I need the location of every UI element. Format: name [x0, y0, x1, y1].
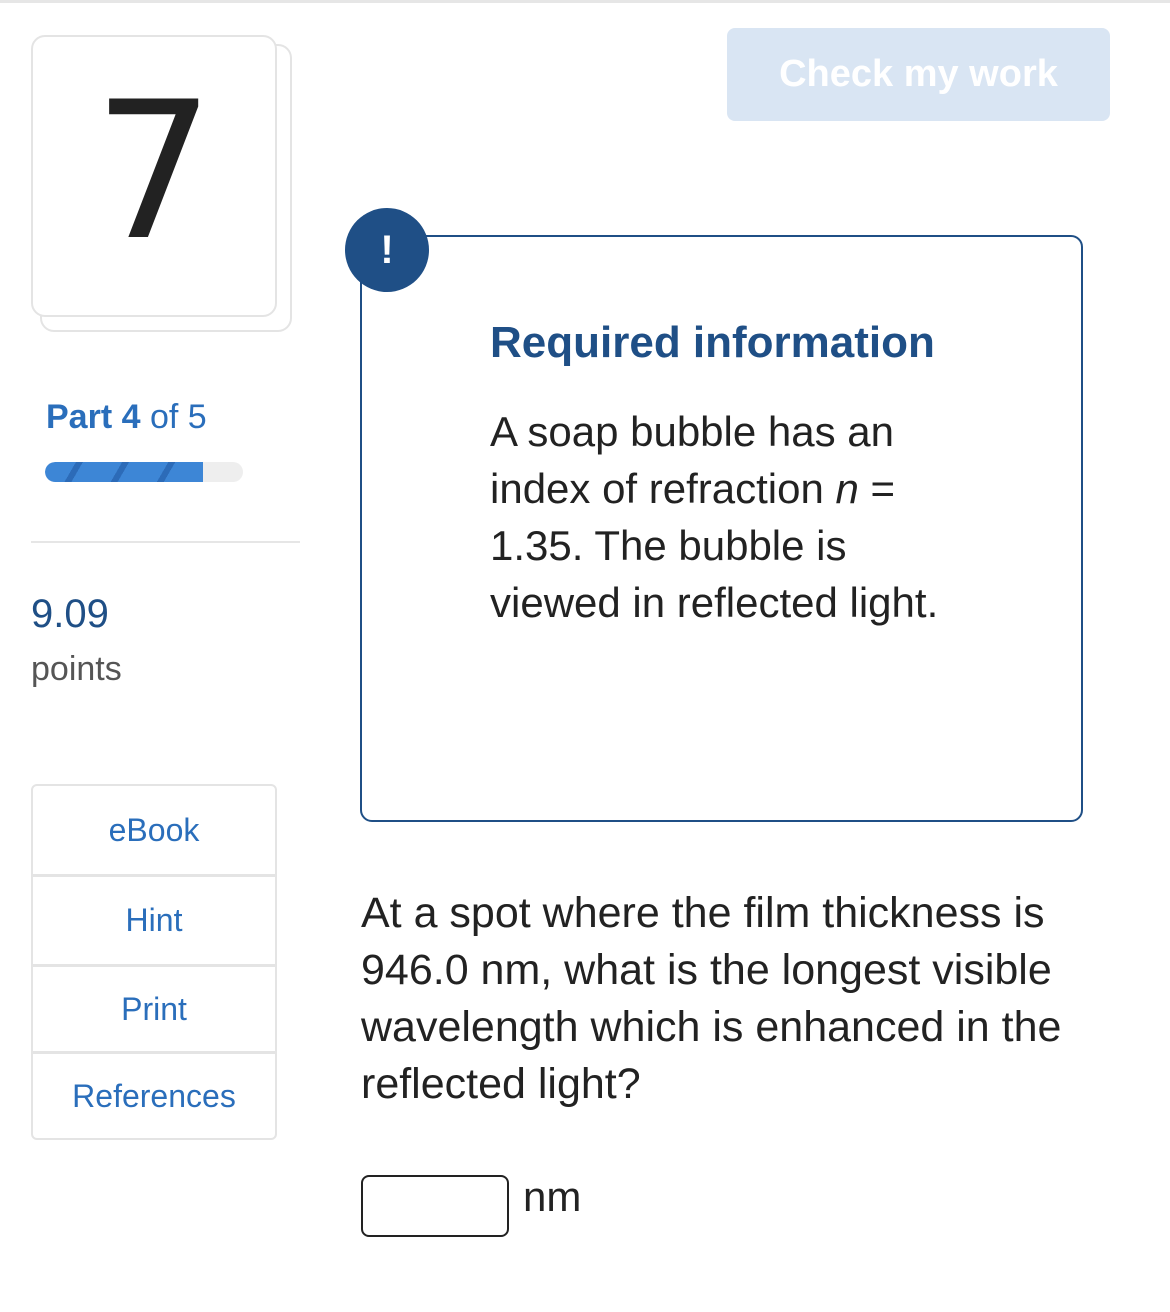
question-tools: eBook Hint Print References [31, 784, 277, 1140]
part-progress-bar [45, 462, 243, 482]
part-progress-fill [45, 462, 204, 482]
points-value: 9.09 [31, 592, 109, 636]
part-prefix: Part [46, 398, 113, 436]
references-button[interactable]: References [33, 1054, 275, 1138]
answer-unit: nm [523, 1173, 582, 1220]
sidebar-divider [31, 541, 300, 543]
required-information-title: Required information [490, 318, 935, 367]
exclamation-icon: ! [345, 208, 429, 292]
answer-input[interactable] [361, 1175, 509, 1237]
question-number: 7 [93, 61, 215, 282]
info-text-start: A soap bubble has an index of refraction [490, 408, 895, 512]
part-total: of 5 [149, 398, 207, 436]
required-information-body: A soap bubble has an index of refraction… [490, 403, 960, 631]
part-indicator: Part 4 of 5 [46, 398, 207, 437]
check-my-work-button[interactable]: Check my work [727, 28, 1110, 121]
points-label: points [31, 650, 122, 688]
ebook-button[interactable]: eBook [33, 786, 275, 877]
print-button[interactable]: Print [33, 967, 275, 1054]
question-number-card: 7 [31, 35, 277, 317]
top-divider [0, 0, 1170, 3]
hint-button[interactable]: Hint [33, 877, 275, 967]
question-text: At a spot where the film thickness is 94… [361, 889, 1062, 1108]
index-variable: n [835, 465, 859, 512]
part-current: 4 [121, 398, 141, 436]
